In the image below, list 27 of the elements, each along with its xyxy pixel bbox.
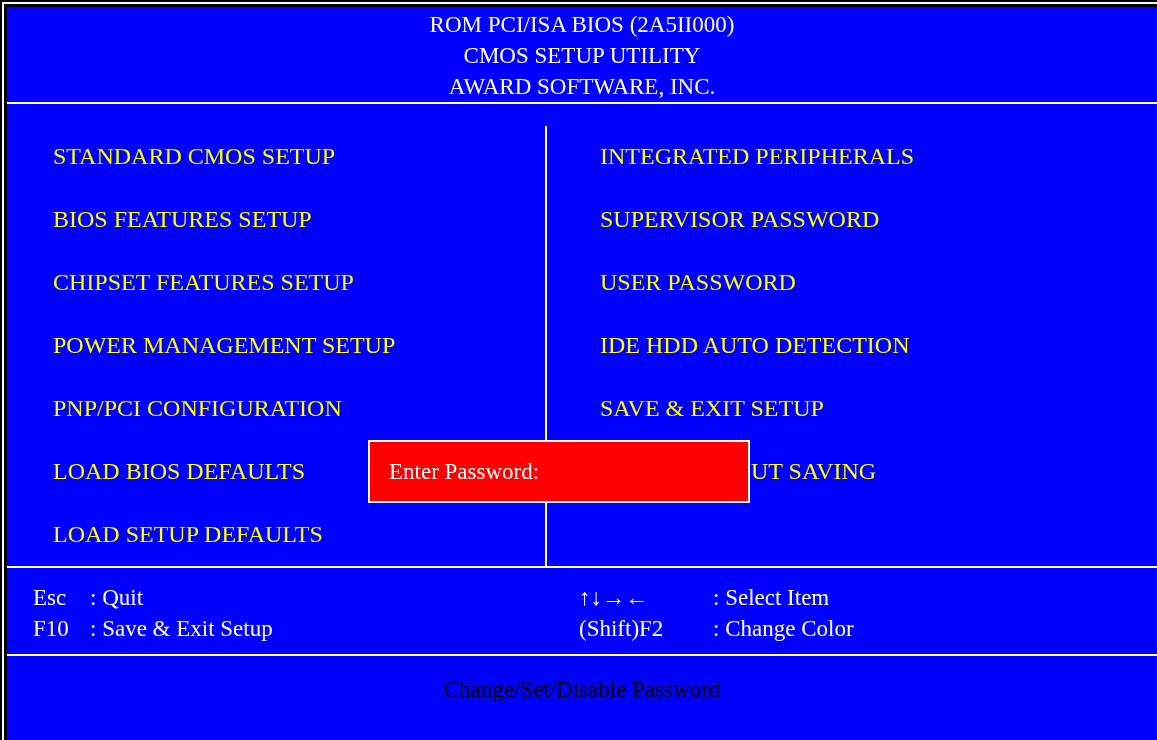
password-dialog[interactable]: Enter Password: xyxy=(368,440,750,503)
key-label: F10 xyxy=(33,617,70,640)
menu-item[interactable]: STANDARD CMOS SETUP xyxy=(53,143,336,168)
key-label: ↑↓→← xyxy=(579,586,649,609)
menu-item[interactable]: LOAD SETUP DEFAULTS xyxy=(53,521,323,546)
menu-item[interactable]: POWER MANAGEMENT SETUP xyxy=(53,332,396,357)
menu-item[interactable]: CHIPSET FEATURES SETUP xyxy=(53,269,354,294)
menu-item[interactable]: SUPERVISOR PASSWORD xyxy=(600,206,880,231)
menu-item[interactable]: USER PASSWORD xyxy=(600,269,796,294)
menu-item[interactable]: UT SAVING xyxy=(751,458,877,483)
key-label: (Shift)F2 xyxy=(579,617,665,640)
header-title: ROM PCI/ISA BIOS (2A5II000) xyxy=(429,11,735,39)
header-title: CMOS SETUP UTILITY xyxy=(463,42,701,70)
menu-item[interactable]: BIOS FEATURES SETUP xyxy=(53,206,312,231)
key-label: Esc xyxy=(33,586,68,609)
header-title: AWARD SOFTWARE, INC. xyxy=(448,73,716,101)
menu-item[interactable]: SAVE & EXIT SETUP xyxy=(600,395,824,420)
menu-item[interactable]: IDE HDD AUTO DETECTION xyxy=(600,332,910,357)
key-action: : Select Item xyxy=(713,586,830,609)
key-action: : Save & Exit Setup xyxy=(90,617,273,640)
menu-item[interactable]: LOAD BIOS DEFAULTS xyxy=(53,458,306,483)
menu-item[interactable]: PNP/PCI CONFIGURATION xyxy=(53,395,342,420)
key-action: : Quit xyxy=(90,586,144,609)
key-action: : Change Color xyxy=(713,617,854,640)
menu-item[interactable]: INTEGRATED PERIPHERALS xyxy=(600,143,914,168)
password-prompt: Enter Password: xyxy=(389,460,540,483)
status-message: Change/Set/Disable Password xyxy=(443,678,721,701)
